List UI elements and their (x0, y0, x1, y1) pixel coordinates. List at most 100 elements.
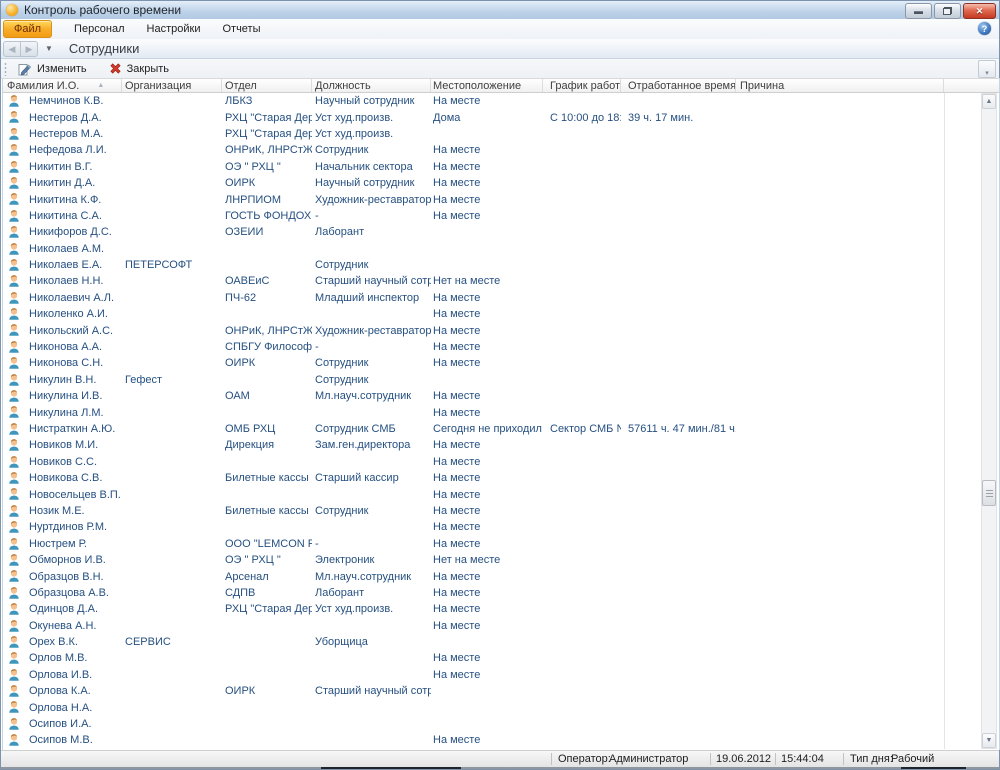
table-row[interactable]: Никонова А.А.СПБГУ Философски-На месте (3, 339, 944, 355)
forward-button[interactable]: ▶ (21, 41, 38, 57)
cell-reason (736, 372, 944, 388)
table-row[interactable]: Никулина И.В.ОАММл.науч.сотрудникНа мест… (3, 388, 944, 404)
minimize-button[interactable]: ▬ (905, 3, 932, 19)
cell-position: Уборщица (312, 634, 431, 650)
toolbar-overflow-button[interactable]: ▾ (978, 60, 996, 78)
scrollbar-thumb[interactable] (982, 480, 996, 506)
cell-org (122, 699, 222, 715)
help-icon[interactable]: ? (978, 22, 991, 35)
cell-dept (222, 454, 312, 470)
cell-schedule (543, 552, 621, 568)
table-row[interactable]: Осипов И.А. (3, 716, 944, 732)
menu-reports[interactable]: Отчеты (222, 23, 260, 35)
table-row[interactable]: Новиков С.С.На месте (3, 454, 944, 470)
cell-dept: ОАМ (222, 388, 312, 404)
scroll-up-icon[interactable]: ▲ (982, 94, 996, 109)
table-row[interactable]: Никитина С.А.ГОСТЬ ФОНДОХРАН-На месте (3, 208, 944, 224)
table-row[interactable]: Нестеров Д.А.РХЦ "Старая ДеревнУст худ.п… (3, 109, 944, 125)
table-row[interactable]: Орлова И.В.На месте (3, 667, 944, 683)
table-row[interactable]: Никитин Д.А.ОИРКНаучный сотрудникНа мест… (3, 175, 944, 191)
column-header-organization[interactable]: Организация (122, 79, 222, 92)
table-row[interactable]: Николаев А.М. (3, 241, 944, 257)
cell-location (431, 716, 543, 732)
table-row[interactable]: Новосельцев В.П.На месте (3, 486, 944, 502)
cell-reason (736, 454, 944, 470)
app-icon (6, 4, 18, 16)
table-row[interactable]: Никонова С.Н.ОИРКСотрудникНа месте (3, 355, 944, 371)
table-row[interactable]: Орлова К.А.ОИРКСтарший научный сотруд (3, 683, 944, 699)
cell-location (431, 372, 543, 388)
table-row[interactable]: Окунева А.Н.На месте (3, 618, 944, 634)
nav-dropdown-icon[interactable]: ▼ (45, 44, 53, 53)
table-row[interactable]: Николаев Н.Н.ОАВЕиССтарший научный сотру… (3, 273, 944, 289)
table-row[interactable]: Нефедова Л.И.ОНРиК, ЛНРСтЖСотрудникНа ме… (3, 142, 944, 158)
table-row[interactable]: Новиков М.И.ДирекцияЗам.ген.директораНа … (3, 437, 944, 453)
vertical-scrollbar[interactable]: ▲ ▼ (981, 93, 997, 749)
table-row[interactable]: Николенко А.И.На месте (3, 306, 944, 322)
restore-button[interactable] (934, 3, 961, 19)
column-header-worked-time[interactable]: Отработанное время (621, 79, 736, 92)
table-row[interactable]: Никитина К.Ф.ЛНРПИОМХудожник-реставратор… (3, 191, 944, 207)
table-row[interactable]: Новикова С.В.Билетные кассыСтарший касси… (3, 470, 944, 486)
cell-position: - (312, 536, 431, 552)
table-row[interactable]: Орех В.К.СЕРВИСУборщица (3, 634, 944, 650)
person-icon (8, 520, 20, 533)
back-button[interactable]: ◀ (3, 41, 21, 57)
table-row[interactable]: Нозик М.Е.Билетные кассыСотрудникНа мест… (3, 503, 944, 519)
table-row[interactable]: Орлова Н.А. (3, 699, 944, 715)
menu-settings[interactable]: Настройки (147, 23, 201, 35)
table-row[interactable]: Никитин В.Г.ОЭ " РХЦ "Начальник сектораН… (3, 159, 944, 175)
person-icon (8, 389, 20, 402)
table-row[interactable]: Образцов В.Н.АрсеналМл.науч.сотрудникНа … (3, 568, 944, 584)
cell-position: Начальник сектора (312, 159, 431, 175)
tab-employees[interactable]: Сотрудники (69, 41, 139, 56)
table-row[interactable]: Нуртдинов Р.М.На месте (3, 519, 944, 535)
cell-worked (621, 404, 736, 420)
menu-file-button[interactable]: Файл (3, 20, 52, 38)
column-header-reason[interactable]: Причина (736, 79, 944, 92)
column-header-department[interactable]: Отдел (222, 79, 312, 92)
column-header-schedule[interactable]: График работы (543, 79, 621, 92)
column-header-name[interactable]: Фамилия И.О.▲ (3, 79, 122, 92)
cell-org (122, 454, 222, 470)
cell-position: Сотрудник (312, 142, 431, 158)
cell-position: Научный сотрудник (312, 175, 431, 191)
cell-schedule (543, 634, 621, 650)
table-row[interactable]: Нестеров М.А.РХЦ "Старая ДеревнУст худ.п… (3, 126, 944, 142)
cell-location: На месте (431, 732, 543, 748)
cell-name: Новосельцев В.П. (3, 486, 122, 502)
table-row[interactable]: Никулин В.Н.ГефестСотрудник (3, 372, 944, 388)
table-row[interactable]: Осипов М.В.На месте (3, 732, 944, 748)
table-row[interactable]: Обморнов И.В.ОЭ " РХЦ "ЭлектроникНет на … (3, 552, 944, 568)
cell-worked (621, 732, 736, 748)
cell-schedule (543, 404, 621, 420)
menu-personal[interactable]: Персонал (74, 23, 125, 35)
person-icon (8, 635, 20, 648)
table-row[interactable]: Никольский А.С.ОНРиК, ЛНРСтЖХудожник-рес… (3, 322, 944, 338)
cell-location: Нет на месте (431, 273, 543, 289)
table-row[interactable]: Образцова А.В.СДПВЛаборантНа месте (3, 585, 944, 601)
table-row[interactable]: Нистраткин А.Ю.ОМБ РХЦСотрудник СМБСегод… (3, 421, 944, 437)
table-row[interactable]: Орлов М.В.На месте (3, 650, 944, 666)
cell-reason (736, 241, 944, 257)
table-row[interactable]: Никулина Л.М.На месте (3, 404, 944, 420)
column-header-location[interactable]: Местоположение (431, 79, 543, 92)
table-row[interactable]: Одинцов Д.А.РХЦ "Старая ДеревнУст худ.пр… (3, 601, 944, 617)
table-row[interactable]: Николаев Е.А.ПЕТЕРСОФТСотрудник (3, 257, 944, 273)
cell-org (122, 241, 222, 257)
cell-reason (736, 142, 944, 158)
scroll-down-icon[interactable]: ▼ (982, 733, 996, 748)
table-row[interactable]: Нюстрем Р.ООО "LEMCON RUS-На месте (3, 536, 944, 552)
person-icon (8, 569, 20, 582)
close-view-button[interactable]: Закрыть (105, 61, 173, 76)
table-row[interactable]: Немчинов К.В.ЛБКЗНаучный сотрудникНа мес… (3, 93, 944, 109)
edit-button[interactable]: Изменить (14, 61, 91, 77)
cell-name: Никулина Л.М. (3, 404, 122, 420)
table-row[interactable]: Никифоров Д.С.ОЗЕИИЛаборант (3, 224, 944, 240)
table-row[interactable]: Николаевич А.Л.ПЧ-62Младший инспекторНа … (3, 290, 944, 306)
close-button[interactable]: ✕ (963, 3, 996, 19)
cell-org (122, 126, 222, 142)
status-date: 19.06.2012 (716, 753, 771, 765)
column-header-position[interactable]: Должность (312, 79, 431, 92)
person-icon (8, 619, 20, 632)
